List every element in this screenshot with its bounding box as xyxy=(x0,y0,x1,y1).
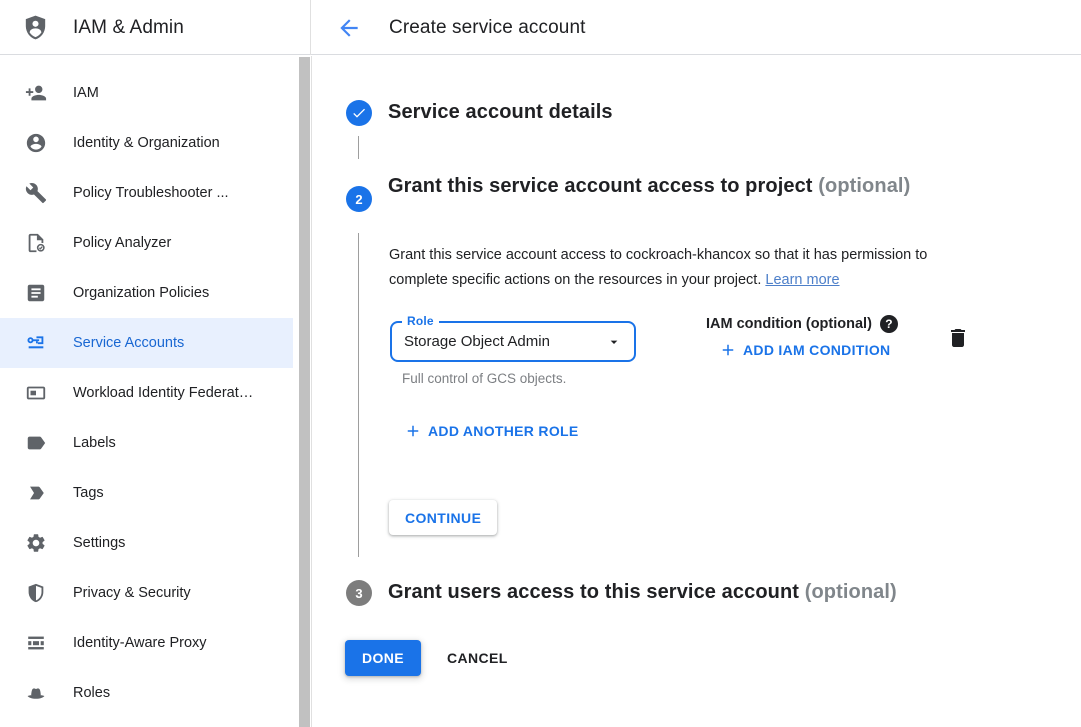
sidebar-item-label: Privacy & Security xyxy=(73,585,191,601)
iam-condition-label: IAM condition (optional) ? xyxy=(706,315,898,333)
delete-role-button[interactable] xyxy=(946,326,970,350)
identity-card-icon xyxy=(24,381,48,405)
sidebar-item-label: Organization Policies xyxy=(73,285,209,301)
role-select[interactable]: Role Storage Object Admin xyxy=(390,321,636,362)
sidebar-item-workload-identity-federation[interactable]: Workload Identity Federat… xyxy=(0,368,293,418)
check-icon xyxy=(351,105,367,121)
arrow-left-icon xyxy=(336,15,362,41)
trash-icon xyxy=(946,326,970,350)
done-button[interactable]: DONE xyxy=(345,640,421,676)
sidebar-item-label: Service Accounts xyxy=(73,335,184,351)
role-helper-text: Full control of GCS objects. xyxy=(402,371,566,386)
tag-arrow-icon xyxy=(24,481,48,505)
help-icon[interactable]: ? xyxy=(880,315,898,333)
add-another-role-button[interactable]: ADD ANOTHER ROLE xyxy=(404,422,579,440)
shield-half-icon xyxy=(24,581,48,605)
step2-description: Grant this service account access to coc… xyxy=(389,243,983,293)
create-service-account-wizard: Service account details 2 Grant this ser… xyxy=(312,56,1081,727)
add-iam-condition-button[interactable]: ADD IAM CONDITION xyxy=(719,341,890,359)
back-arrow-button[interactable] xyxy=(336,15,362,41)
sidebar-item-label: Identity-Aware Proxy xyxy=(73,635,207,651)
step3-indicator: 3 xyxy=(346,580,372,606)
sidebar-item-policy-analyzer[interactable]: Policy Analyzer xyxy=(0,218,293,268)
sidebar-item-labels[interactable]: Labels xyxy=(0,418,293,468)
step3-title: Grant users access to this service accou… xyxy=(388,581,897,604)
policy-analyzer-icon xyxy=(24,231,48,255)
sidebar-nav: IAM Identity & Organization Policy Troub… xyxy=(0,56,311,718)
step2-number: 2 xyxy=(355,192,362,207)
gear-icon xyxy=(24,531,48,555)
step-connector-line xyxy=(358,136,359,159)
step3-optional-label: (optional) xyxy=(805,581,897,603)
product-title: IAM & Admin xyxy=(73,17,184,39)
role-field-label: Role xyxy=(402,314,439,328)
plus-icon xyxy=(404,422,422,440)
step2-rail-line xyxy=(358,233,359,557)
document-list-icon xyxy=(24,281,48,305)
sidebar-scrollbar[interactable] xyxy=(299,57,310,727)
continue-button[interactable]: CONTINUE xyxy=(389,500,497,535)
sidebar-item-label: Roles xyxy=(73,685,110,701)
sidebar-item-label: Policy Troubleshooter ... xyxy=(73,185,229,201)
sidebar: IAM Identity & Organization Policy Troub… xyxy=(0,56,312,727)
role-selected-value: Storage Object Admin xyxy=(404,333,550,350)
sidebar-item-iam[interactable]: IAM xyxy=(0,68,293,118)
top-bar: IAM & Admin Create service account xyxy=(0,0,1081,55)
step2-title-text: Grant this service account access to pro… xyxy=(388,175,813,197)
page-header: Create service account xyxy=(312,0,1081,55)
hat-icon xyxy=(24,681,48,705)
sidebar-item-label: Settings xyxy=(73,535,125,551)
iam-admin-page: IAM & Admin Create service account IAM xyxy=(0,0,1081,727)
sidebar-item-service-accounts[interactable]: Service Accounts xyxy=(0,318,293,368)
sidebar-item-settings[interactable]: Settings xyxy=(0,518,293,568)
sidebar-item-label: Identity & Organization xyxy=(73,135,220,151)
iam-condition-label-text: IAM condition (optional) xyxy=(706,316,872,332)
sidebar-item-roles[interactable]: Roles xyxy=(0,668,293,718)
identity-person-icon xyxy=(24,131,48,155)
person-add-icon xyxy=(24,81,48,105)
page-title: Create service account xyxy=(389,17,586,39)
step2-title: Grant this service account access to pro… xyxy=(388,169,948,203)
sidebar-item-privacy-security[interactable]: Privacy & Security xyxy=(0,568,293,618)
sidebar-item-tags[interactable]: Tags xyxy=(0,468,293,518)
service-account-key-icon xyxy=(24,331,48,355)
learn-more-link[interactable]: Learn more xyxy=(765,272,839,288)
product-brand: IAM & Admin xyxy=(0,0,311,55)
sidebar-item-identity-organization[interactable]: Identity & Organization xyxy=(0,118,293,168)
sidebar-item-organization-policies[interactable]: Organization Policies xyxy=(0,268,293,318)
iap-icon xyxy=(24,631,48,655)
step1-title: Service account details xyxy=(388,101,613,124)
add-iam-condition-label: ADD IAM CONDITION xyxy=(743,342,890,358)
step1-complete-indicator xyxy=(346,100,372,126)
step2-description-text: Grant this service account access to coc… xyxy=(389,247,927,288)
step2-indicator: 2 xyxy=(346,186,372,212)
add-another-role-label: ADD ANOTHER ROLE xyxy=(428,423,579,439)
iam-shield-icon xyxy=(22,13,49,42)
cancel-button[interactable]: CANCEL xyxy=(431,640,524,676)
label-icon xyxy=(24,431,48,455)
step3-number: 3 xyxy=(355,586,362,601)
sidebar-item-identity-aware-proxy[interactable]: Identity-Aware Proxy xyxy=(0,618,293,668)
sidebar-item-label: Labels xyxy=(73,435,116,451)
sidebar-item-label: IAM xyxy=(73,85,99,101)
sidebar-item-label: Tags xyxy=(73,485,104,501)
sidebar-item-label: Workload Identity Federat… xyxy=(73,385,253,401)
sidebar-item-label: Policy Analyzer xyxy=(73,235,171,251)
chevron-down-icon xyxy=(606,334,622,350)
wrench-icon xyxy=(24,181,48,205)
plus-icon xyxy=(719,341,737,359)
step3-title-text: Grant users access to this service accou… xyxy=(388,581,799,603)
step2-optional-label: (optional) xyxy=(818,175,910,197)
sidebar-item-policy-troubleshooter[interactable]: Policy Troubleshooter ... xyxy=(0,168,293,218)
